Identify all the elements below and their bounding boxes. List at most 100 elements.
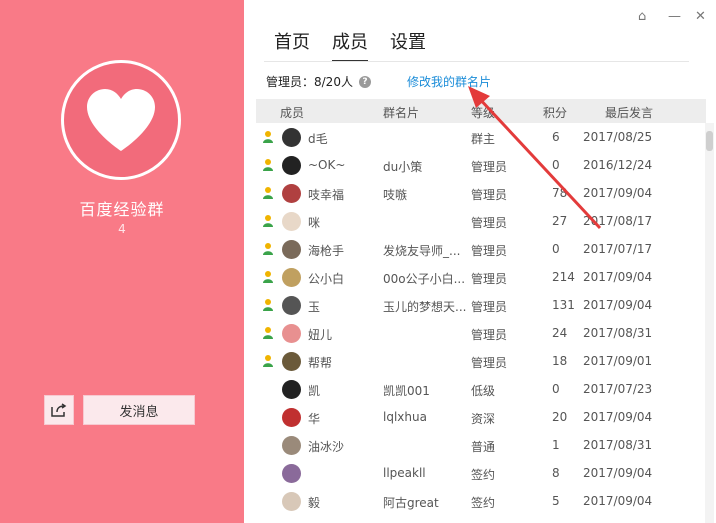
member-points: 0: [552, 158, 560, 172]
admin-count: 管理员：8/20人 ?: [266, 73, 371, 90]
member-points: 6: [552, 130, 560, 144]
member-avatar[interactable]: [282, 464, 301, 483]
table-row[interactable]: 华 lqlxhua 资深 20 2017/09/04: [256, 403, 702, 431]
close-button[interactable]: ✕: [695, 9, 706, 24]
table-row[interactable]: 咪 管理员 27 2017/08/17: [256, 207, 702, 235]
table-row[interactable]: 玉 玉儿的梦想天... 管理员 131 2017/09/04: [256, 291, 702, 319]
table-row[interactable]: 公小白 00o公子小白... 管理员 214 2017/09/04: [256, 263, 702, 291]
member-card: lqlxhua: [383, 410, 427, 424]
table-row[interactable]: d毛 群主 6 2017/08/25: [256, 123, 702, 151]
member-points: 131: [552, 298, 575, 312]
scrollbar-thumb[interactable]: [706, 131, 713, 151]
member-name[interactable]: d毛: [308, 130, 328, 147]
table-row[interactable]: ~OK~ du小策 管理员 0 2016/12/24: [256, 151, 702, 179]
member-name[interactable]: 吱幸福: [308, 186, 344, 203]
member-points: 0: [552, 382, 560, 396]
table-row[interactable]: 油冰沙 普通 1 2017/08/31: [256, 431, 702, 459]
member-last-post: 2017/08/17: [583, 214, 653, 228]
member-last-post: 2017/09/04: [583, 186, 653, 200]
member-card: 吱嗾: [383, 188, 408, 202]
help-icon[interactable]: ?: [358, 75, 371, 88]
skin-icon[interactable]: ⌂: [638, 9, 646, 24]
group-number: 4: [118, 222, 126, 236]
member-avatar[interactable]: [282, 380, 301, 399]
member-name[interactable]: 凯: [308, 382, 320, 399]
member-avatar[interactable]: [282, 128, 301, 147]
tab-members[interactable]: 成员: [332, 28, 368, 62]
tab-home[interactable]: 首页: [274, 28, 310, 62]
share-button[interactable]: [44, 395, 74, 425]
col-member[interactable]: 成员: [280, 104, 304, 121]
table-row[interactable]: 吱幸福 吱嗾 管理员 78 2017/09/04: [256, 179, 702, 207]
member-avatar[interactable]: [282, 324, 301, 343]
member-level: 低级: [471, 384, 496, 398]
member-avatar[interactable]: [282, 352, 301, 371]
member-avatar[interactable]: [282, 268, 301, 287]
member-last-post: 2017/08/25: [583, 130, 653, 144]
member-name[interactable]: 华: [308, 410, 320, 427]
col-last-post[interactable]: 最后发言: [605, 104, 653, 121]
member-name[interactable]: 玉: [308, 298, 320, 315]
member-avatar[interactable]: [282, 240, 301, 259]
member-level: 群主: [471, 132, 496, 146]
member-list: d毛 群主 6 2017/08/25 ~OK~ du小策 管理员 0 2016/12/24 吱幸福…: [256, 123, 702, 523]
member-points: 18: [552, 354, 568, 368]
member-level: 管理员: [471, 300, 508, 314]
member-level: 资深: [471, 412, 496, 426]
member-avatar[interactable]: [282, 212, 301, 231]
member-name[interactable]: 毅: [308, 494, 320, 511]
member-name[interactable]: 帮帮: [308, 354, 332, 371]
minimize-button[interactable]: —: [668, 9, 681, 24]
member-avatar[interactable]: [282, 296, 301, 315]
member-last-post: 2017/09/04: [583, 466, 653, 480]
admin-icon: [263, 215, 273, 227]
member-last-post: 2016/12/24: [583, 158, 653, 172]
member-last-post: 2017/09/04: [583, 298, 653, 312]
member-points: 214: [552, 270, 575, 284]
edit-group-card-link[interactable]: 修改我的群名片: [407, 73, 491, 90]
table-row[interactable]: 帮帮 管理员 18 2017/09/01: [256, 347, 702, 375]
table-row[interactable]: llpeakll 签约 8 2017/09/04: [256, 459, 702, 487]
member-last-post: 2017/08/31: [583, 326, 653, 340]
member-last-post: 2017/07/17: [583, 242, 653, 256]
member-avatar[interactable]: [282, 408, 301, 427]
member-level: 签约: [471, 496, 496, 510]
member-name[interactable]: 海枪手: [308, 242, 344, 259]
member-last-post: 2017/09/01: [583, 354, 653, 368]
table-row[interactable]: 毅 阿古great 签约 5 2017/09/04: [256, 487, 702, 515]
member-avatar[interactable]: [282, 492, 301, 511]
member-level: 管理员: [471, 216, 508, 230]
member-points: 27: [552, 214, 568, 228]
member-level: 普通: [471, 440, 496, 454]
member-last-post: 2017/08/31: [583, 438, 653, 452]
col-points[interactable]: 积分: [543, 104, 567, 121]
member-last-post: 2017/09/04: [583, 410, 653, 424]
col-card[interactable]: 群名片: [383, 104, 419, 121]
table-row[interactable]: 海枪手 发烧友导师_... 管理员 0 2017/07/17: [256, 235, 702, 263]
group-name: 百度经验群: [79, 200, 165, 219]
member-avatar[interactable]: [282, 184, 301, 203]
member-table-header: 成员 群名片 等级 积分 最后发言: [256, 99, 706, 123]
member-avatar[interactable]: [282, 436, 301, 455]
member-avatar[interactable]: [282, 156, 301, 175]
table-row[interactable]: 妞儿 管理员 24 2017/08/31: [256, 319, 702, 347]
members-panel: ⌂ — ✕ 首页 成员 设置 管理员：8/20人 ? 修改我的群名片 成员 群名…: [244, 0, 716, 523]
member-level: 签约: [471, 468, 496, 482]
member-name[interactable]: 咪: [308, 214, 320, 231]
member-name[interactable]: 妞儿: [308, 326, 332, 343]
table-row[interactable]: 凯 凯凯001 低级 0 2017/07/23: [256, 375, 702, 403]
col-level[interactable]: 等级: [471, 104, 495, 121]
member-name[interactable]: 油冰沙: [308, 438, 344, 455]
member-points: 5: [552, 494, 560, 508]
send-message-button[interactable]: 发消息: [83, 395, 195, 425]
member-level: 管理员: [471, 244, 508, 258]
scrollbar[interactable]: [705, 123, 714, 523]
admin-icon: [263, 271, 273, 283]
member-last-post: 2017/09/04: [583, 494, 653, 508]
member-level: 管理员: [471, 328, 508, 342]
member-name[interactable]: 公小白: [308, 270, 344, 287]
admin-icon: [263, 187, 273, 199]
member-name[interactable]: ~OK~: [308, 158, 345, 172]
member-level: 管理员: [471, 272, 508, 286]
tab-settings[interactable]: 设置: [390, 28, 426, 62]
